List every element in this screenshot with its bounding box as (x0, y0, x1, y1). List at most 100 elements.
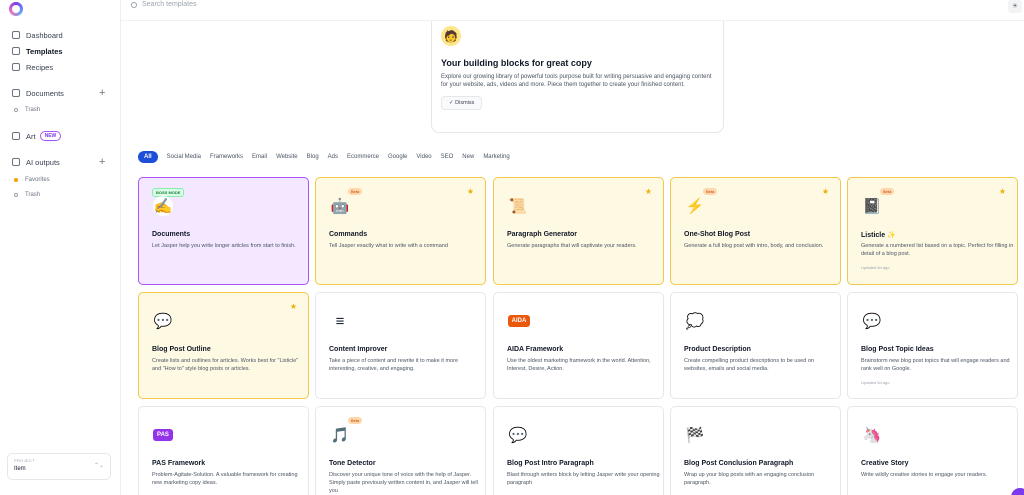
beta-badge: Beta (703, 188, 718, 195)
favorite-star-icon[interactable]: ★ (290, 302, 297, 311)
project-selector[interactable]: PROJECT Item ⌃⌄ (7, 453, 111, 480)
template-card-creative-story[interactable]: 🦄 Creative Story Write wildly creative sto… (847, 406, 1018, 495)
filter-chip-new[interactable]: New (462, 151, 474, 163)
sidebar-item-dashboard[interactable]: Dashboard (12, 29, 63, 41)
sidebar-item-label: Recipes (26, 62, 54, 72)
favorite-star-icon[interactable]: ★ (467, 187, 474, 196)
chevron-up-down-icon: ⌃⌄ (93, 463, 104, 469)
template-card-blog-post-outline[interactable]: ★ 💬 Blog Post Outline Create lists and outl… (138, 292, 309, 399)
template-description: Write wildly creative stories to engage … (861, 472, 988, 478)
template-description: Create lists and outlines for articles. … (152, 358, 299, 372)
trash-icon (14, 108, 18, 112)
template-title: AIDA Framework (507, 346, 564, 353)
add-document-button[interactable]: + (99, 88, 105, 99)
lines-icon: ≡ (335, 312, 345, 330)
template-title: Creative Story (861, 460, 909, 467)
sun-icon[interactable]: ☀ (1008, 0, 1022, 13)
template-description: Blast through writers block by letting J… (507, 472, 660, 486)
template-card-pas-framework[interactable]: PAS PAS Framework Problem-Agitate-Solution… (138, 406, 309, 495)
template-card-product-description[interactable]: 💭 Product Description Create compelling pr… (670, 292, 841, 399)
template-description: Tell Jasper exactly what to write with a… (329, 243, 448, 249)
template-title: Blog Post Outline (152, 346, 211, 353)
sidebar: Dashboard Templates Recipes Documents + … (0, 0, 121, 495)
template-card-blog-post-conclusion-paragraph[interactable]: 🏁 Blog Post Conclusion Paragraph Wrap up y… (670, 406, 841, 495)
template-description: Let Jasper help you write longer article… (152, 243, 296, 249)
favorite-star-icon[interactable]: ★ (645, 187, 652, 196)
trash-icon (14, 193, 18, 197)
sidebar-item-label: Templates (26, 46, 63, 56)
template-description: Take a piece of content and rewrite it t… (329, 358, 459, 372)
template-description: Generate a full blog post with intro, bo… (684, 243, 824, 249)
template-title: Paragraph Generator (507, 231, 578, 238)
robot-icon: 🤖 (330, 198, 350, 215)
star-icon (14, 178, 18, 182)
search-bar[interactable]: Search templates (131, 1, 196, 8)
intro-text: Explore our growing library of powerful … (441, 74, 712, 89)
template-title: Blog Post Conclusion Paragraph (684, 460, 794, 467)
template-title: One-Shot Blog Post (684, 231, 751, 238)
template-card-listicle[interactable]: Beta ★ 📓 Listicle ✨ Generate a numbered list… (847, 177, 1018, 285)
search-icon (131, 1, 137, 8)
search-input[interactable]: Search templates (142, 1, 196, 8)
pencil-icon: ✍ (153, 196, 173, 216)
template-title: Blog Post Intro Paragraph (507, 460, 594, 467)
archive-icon (12, 158, 20, 166)
beta-badge: Beta (348, 188, 363, 195)
home-icon (12, 31, 20, 39)
new-badge: NEW (39, 131, 62, 141)
template-card-blog-post-intro-paragraph[interactable]: 💬 Blog Post Intro Paragraph Blast through … (493, 406, 664, 495)
template-card-blog-post-topic-ideas[interactable]: 💬 Blog Post Topic Ideas Brainstorm new blo… (847, 292, 1018, 399)
sidebar-subitem-documents-trash[interactable]: Trash (14, 107, 40, 113)
sidebar-subitem-favorites[interactable]: Favorites (14, 177, 50, 183)
template-description: Wrap up your blog posts with an engaging… (684, 472, 815, 486)
filter-chip-video[interactable]: Video (416, 151, 431, 163)
music-icon: 🎵 (330, 427, 350, 444)
filter-chip-ecommerce[interactable]: Ecommerce (347, 151, 379, 163)
updated-timestamp: Updated 5d ago (861, 380, 890, 385)
filter-chip-google[interactable]: Google (388, 151, 407, 163)
aida-icon: AIDA (508, 315, 530, 327)
sidebar-subitem-outputs-trash[interactable]: Trash (14, 192, 40, 198)
dismiss-button[interactable]: ✓ Dismiss (441, 95, 483, 110)
project-name: Item (14, 466, 26, 472)
filter-chip-social-media[interactable]: Social Media (167, 151, 201, 163)
add-output-button[interactable]: + (99, 157, 105, 168)
favorite-star-icon[interactable]: ★ (822, 187, 829, 196)
project-label: PROJECT (14, 458, 35, 463)
template-description: Discover your unique tone of voice with … (329, 472, 478, 494)
template-card-content-improver[interactable]: ≡ Content Improver Take a piece of content… (315, 292, 486, 399)
sidebar-subitem-label: Favorites (25, 177, 50, 183)
filter-chip-website[interactable]: Website (276, 151, 298, 163)
filter-chip-frameworks[interactable]: Frameworks (210, 151, 243, 163)
template-title: Listicle ✨ (861, 232, 896, 239)
jasper-logo-icon[interactable] (9, 2, 23, 16)
filter-chip-blog[interactable]: Blog (307, 151, 319, 163)
template-card-tone-detector[interactable]: Beta 🎵 Tone Detector Discover your unique t… (315, 406, 486, 495)
document-icon (12, 89, 20, 97)
unicorn-icon: 🦄 (862, 427, 882, 444)
sidebar-item-recipes[interactable]: Recipes (12, 61, 53, 73)
favorite-star-icon[interactable]: ★ (999, 187, 1006, 196)
filter-chip-all[interactable]: All (138, 151, 158, 163)
image-icon (12, 132, 20, 140)
template-card-commands[interactable]: Beta ★ 🤖 Commands Tell Jasper exactly what t… (315, 177, 486, 285)
beta-badge: Beta (348, 417, 363, 424)
sidebar-item-documents[interactable]: Documents (12, 87, 64, 99)
filter-chip-seo[interactable]: SEO (441, 151, 454, 163)
sidebar-item-ai-outputs[interactable]: AI outputs (12, 156, 60, 168)
filter-chip-email[interactable]: Email (252, 151, 267, 163)
sidebar-item-label: AI outputs (26, 157, 60, 167)
template-card-one-shot-blog-post[interactable]: Beta ★ ⚡ One-Shot Blog Post Generate a full … (670, 177, 841, 285)
template-title: PAS Framework (152, 460, 206, 467)
scroll-icon: 📜 (508, 198, 528, 215)
template-card-documents[interactable]: BOSS MODE ✍ Documents Let Jasper help you w… (138, 177, 309, 285)
sidebar-item-art[interactable]: Art NEW (12, 130, 62, 142)
filter-chip-ads[interactable]: Ads (328, 151, 338, 163)
flag-icon: 🏁 (685, 427, 705, 444)
template-card-aida-framework[interactable]: AIDA AIDA Framework Use the oldest marketi… (493, 292, 664, 399)
template-title: Commands (329, 231, 368, 238)
sidebar-subitem-label: Trash (25, 107, 41, 113)
template-card-paragraph-generator[interactable]: ★ 📜 Paragraph Generator Generate paragraphs… (493, 177, 664, 285)
filter-chip-marketing[interactable]: Marketing (483, 151, 509, 163)
sidebar-item-templates[interactable]: Templates (12, 45, 63, 57)
